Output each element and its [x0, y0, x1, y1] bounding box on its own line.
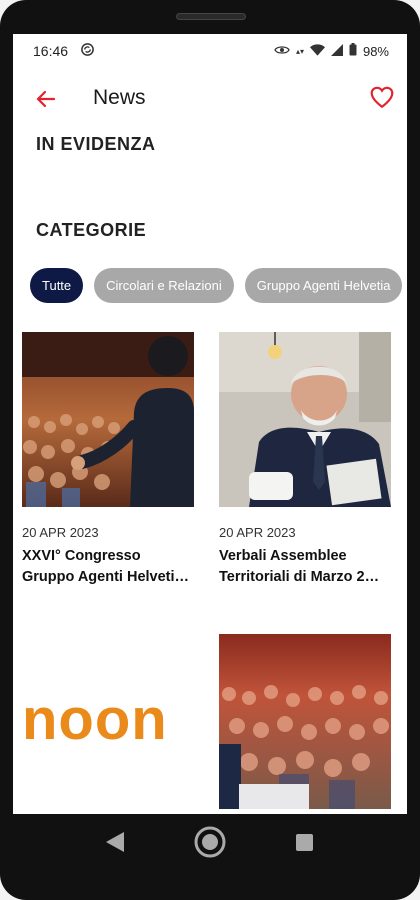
chip-tutte[interactable]: Tutte — [30, 268, 84, 303]
news-card-2[interactable]: 20 APR 2023 Verbali Assemblee Territoria… — [219, 332, 391, 588]
page-title: News — [93, 86, 146, 109]
back-arrow-icon[interactable] — [33, 86, 59, 112]
news-card-1[interactable]: 20 APR 2023 XXVI° Congresso Gruppo Agent… — [22, 332, 194, 588]
news-date: 20 APR 2023 — [22, 525, 99, 540]
speaker-grille — [176, 13, 246, 20]
news-card-4[interactable] — [219, 634, 391, 809]
device-frame: 16:46 ▴▾ 98% News IN EVIDENZA CATEGORIE … — [0, 0, 420, 900]
noon-logo: noon — [22, 634, 194, 804]
battery-percent: 98% — [362, 43, 389, 59]
status-time: 16:46 — [33, 43, 69, 59]
news-title: XXVI° Congresso Gruppo Agenti Helveti… — [22, 548, 190, 585]
noon-logo-text: noon — [22, 686, 168, 752]
news-image-audience — [219, 634, 391, 809]
news-image-businessman — [219, 332, 391, 507]
category-chips: Tutte Circolari e Relazioni Gruppo Agent… — [30, 268, 403, 303]
nav-back-icon[interactable] — [106, 832, 124, 857]
wifi-icon — [309, 43, 325, 59]
data-arrows-icon: ▴▾ — [295, 46, 304, 56]
battery-icon — [349, 43, 357, 59]
status-bar: 16:46 ▴▾ 98% — [13, 34, 407, 68]
sync-icon — [80, 42, 95, 60]
section-heading-categories: CATEGORIE — [36, 220, 147, 240]
screen: 16:46 ▴▾ 98% News IN EVIDENZA CATEGORIE … — [13, 34, 407, 814]
news-title: Verbali Assemblee Territoriali di Marzo … — [219, 548, 380, 585]
chip-circolari[interactable]: Circolari e Relazioni — [94, 268, 234, 303]
heart-icon[interactable] — [369, 84, 395, 110]
nav-home-icon[interactable] — [194, 826, 226, 863]
app-bar: News — [13, 82, 407, 118]
eye-icon — [274, 44, 290, 59]
section-heading-featured: IN EVIDENZA — [36, 134, 156, 154]
nav-recents-icon[interactable] — [296, 834, 313, 856]
news-image-conference — [22, 332, 194, 507]
news-card-3[interactable]: noon — [22, 634, 194, 814]
signal-icon — [330, 43, 343, 59]
system-nav-bar — [0, 814, 420, 900]
chip-gruppo-agenti[interactable]: Gruppo Agenti Helvetia — [244, 268, 403, 303]
news-date: 20 APR 2023 — [219, 525, 296, 540]
